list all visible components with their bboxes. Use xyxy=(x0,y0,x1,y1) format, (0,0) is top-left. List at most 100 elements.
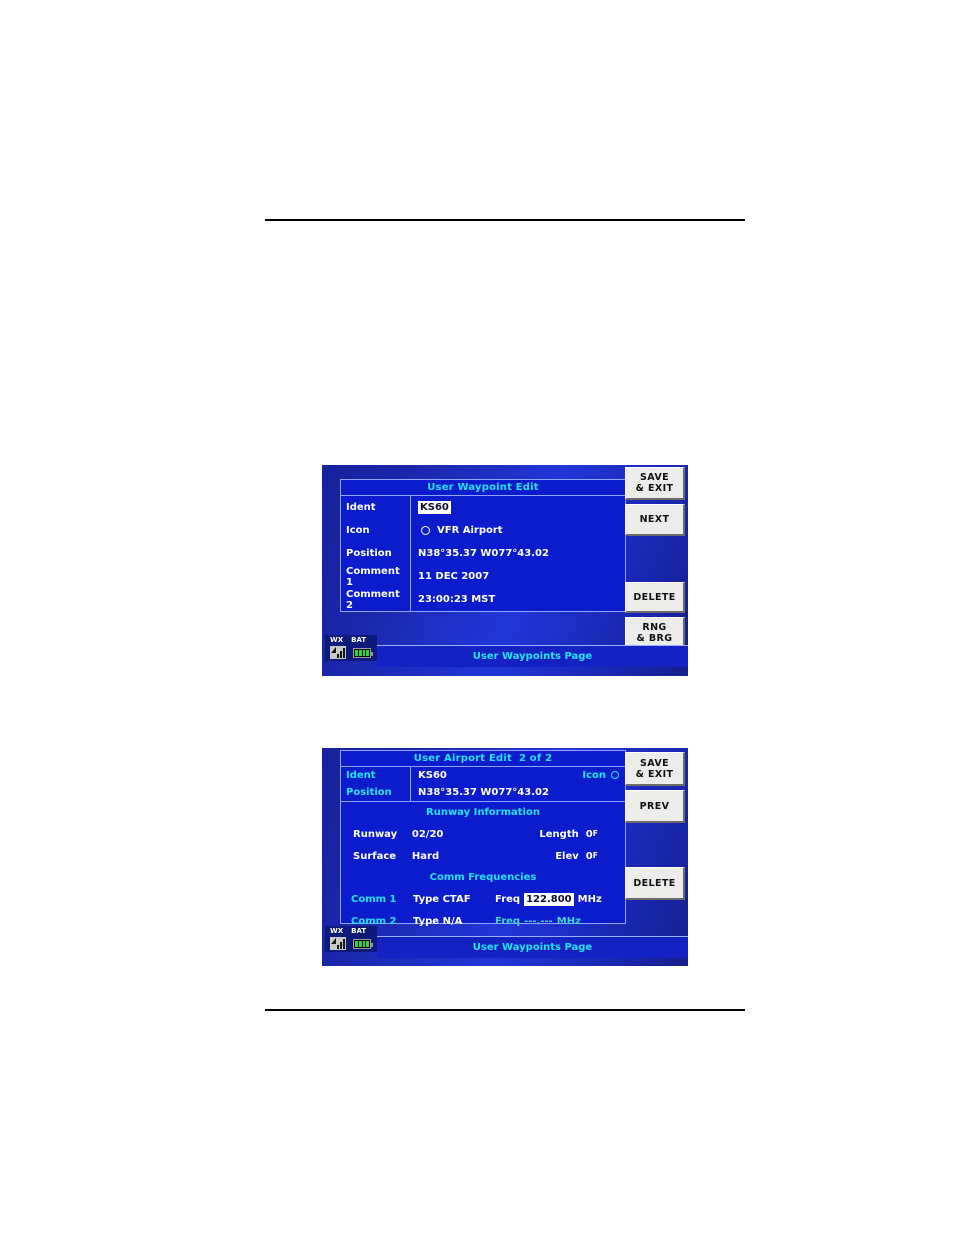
status-icon-labels: WX BAT xyxy=(328,927,375,936)
panel-page-counter: 2 of 2 xyxy=(518,753,553,764)
comm-1-type[interactable]: Type CTAF xyxy=(413,894,495,905)
table-row-icon: Icon VFR Airport xyxy=(341,519,625,542)
user-airport-edit-screenshot: User Airport Edit 2 of 2 Ident KS60 Icon … xyxy=(322,748,688,966)
panel-title: User Waypoint Edit xyxy=(341,480,625,496)
length-value: 0 xyxy=(585,828,593,840)
comm-2-type[interactable]: Type N/A xyxy=(413,916,495,927)
ident-value-cell[interactable]: KS60 xyxy=(411,496,625,519)
comm-2-freq-unit: MHz xyxy=(556,915,581,927)
comment-2-value[interactable]: 23:00:23 MST xyxy=(411,588,625,611)
wx-signal-icon xyxy=(330,646,346,659)
table-row-ident: Ident KS60 Icon xyxy=(341,767,625,784)
status-icon-group: WX BAT xyxy=(325,926,377,952)
status-icon-glyphs xyxy=(328,646,375,659)
user-airport-edit-panel: User Airport Edit 2 of 2 Ident KS60 Icon … xyxy=(340,750,626,927)
elev-value: 0 xyxy=(585,850,593,862)
ident-value-cell[interactable]: KS60 Icon xyxy=(411,767,625,784)
comm-1-label: Comm 1 xyxy=(351,893,397,905)
comm-2-freq-value: ---.--- xyxy=(524,915,553,927)
table-row-ident: Ident KS60 xyxy=(341,496,625,519)
table-row-position: Position N38°35.37 W077°43.02 xyxy=(341,784,625,801)
ident-label: Ident xyxy=(341,496,411,519)
comm-2-freq-label: Freq xyxy=(495,915,521,927)
ident-field-selected[interactable]: KS60 xyxy=(418,501,451,514)
prev-label: PREV xyxy=(639,800,670,812)
vfr-airport-circle-icon xyxy=(421,526,430,535)
table-row-comment-1: Comment 1 11 DEC 2007 xyxy=(341,565,625,588)
icon-indicator-group[interactable]: Icon xyxy=(582,770,619,781)
elev-unit: F xyxy=(592,850,598,860)
bat-label: BAT xyxy=(351,636,367,644)
surface-label: Surface xyxy=(353,850,397,862)
user-waypoint-edit-panel: User Waypoint Edit Ident KS60 Icon VFR A… xyxy=(340,479,626,612)
position-label: Position xyxy=(341,784,411,801)
icon-label: Icon xyxy=(582,770,606,781)
prev-button[interactable]: PREV xyxy=(625,790,685,823)
rng-brg-line-2: & BRG xyxy=(636,633,673,644)
screen-body: User Waypoint Edit Ident KS60 Icon VFR A… xyxy=(322,465,688,676)
status-bar-page-label: User Waypoints Page xyxy=(377,936,688,958)
delete-button[interactable]: DELETE xyxy=(625,582,685,613)
panel-title-text: User Airport Edit xyxy=(413,753,512,764)
comm-2-row: Comm 2 Type N/A Freq ---.--- MHz xyxy=(341,910,625,932)
comment-2-label: Comment 2 xyxy=(341,588,411,611)
status-icon-glyphs xyxy=(328,937,375,950)
save-and-exit-line-1: SAVE xyxy=(640,472,669,483)
next-label: NEXT xyxy=(639,514,670,525)
delete-label: DELETE xyxy=(633,877,676,889)
comm-1-row: Comm 1 Type CTAF Freq 122.800 MHz xyxy=(341,888,625,910)
status-bar-page-label: User Waypoints Page xyxy=(377,645,688,667)
position-value[interactable]: N38°35.37 W077°43.02 xyxy=(411,542,625,565)
table-row-comment-2: Comment 2 23:00:23 MST xyxy=(341,588,625,611)
position-value[interactable]: N38°35.37 W077°43.02 xyxy=(411,784,625,801)
battery-icon xyxy=(353,647,373,658)
comm-1-freq-group[interactable]: Freq 122.800 MHz xyxy=(495,892,602,906)
save-and-exit-button[interactable]: SAVE & EXIT xyxy=(625,467,685,500)
icon-value-cell[interactable]: VFR Airport xyxy=(411,519,625,542)
runway-row: Runway 02/20 Length 0F xyxy=(341,823,625,845)
position-label: Position xyxy=(341,542,411,565)
bat-label: BAT xyxy=(351,927,367,935)
comment-1-value[interactable]: 11 DEC 2007 xyxy=(411,565,625,588)
wx-signal-icon xyxy=(330,937,346,950)
delete-label: DELETE xyxy=(633,591,676,603)
runway-information-heading: Runway Information xyxy=(426,807,540,818)
screen-body: User Airport Edit 2 of 2 Ident KS60 Icon … xyxy=(322,748,688,966)
rng-brg-line-1: RNG xyxy=(642,622,667,633)
next-button[interactable]: NEXT xyxy=(625,504,685,536)
length-unit: F xyxy=(592,828,598,838)
save-and-exit-line-2: & EXIT xyxy=(635,483,674,494)
comm-frequencies-heading: Comm Frequencies xyxy=(429,872,537,883)
length-value-cell[interactable]: 0F xyxy=(579,829,625,840)
comm-1-freq-label: Freq xyxy=(495,893,521,905)
status-icon-labels: WX BAT xyxy=(328,636,375,645)
save-and-exit-line-2: & EXIT xyxy=(635,768,674,780)
comm-1-freq-field-selected[interactable]: 122.800 xyxy=(524,892,574,906)
save-and-exit-line-1: SAVE xyxy=(640,757,669,769)
comm-2-label: Comm 2 xyxy=(351,915,397,927)
icon-value-text: VFR Airport xyxy=(437,525,503,536)
vfr-airport-circle-icon xyxy=(611,771,619,779)
runway-value[interactable]: 02/20 xyxy=(412,829,520,840)
icon-label: Icon xyxy=(341,519,411,542)
page-horizontal-rule-top xyxy=(265,219,745,221)
delete-button[interactable]: DELETE xyxy=(625,867,685,900)
ident-label: Ident xyxy=(341,767,411,784)
save-and-exit-button[interactable]: SAVE & EXIT xyxy=(625,752,685,786)
table-row-position: Position N38°35.37 W077°43.02 xyxy=(341,542,625,565)
surface-value[interactable]: Hard xyxy=(412,851,520,862)
user-waypoint-edit-screenshot: User Waypoint Edit Ident KS60 Icon VFR A… xyxy=(322,465,688,676)
wx-label: WX xyxy=(330,636,344,644)
comment-1-label: Comment 1 xyxy=(341,565,411,588)
wx-label: WX xyxy=(330,927,344,935)
ident-value: KS60 xyxy=(418,770,447,781)
runway-label: Runway xyxy=(353,828,398,840)
elev-value-cell[interactable]: 0F xyxy=(579,851,625,862)
length-label: Length xyxy=(539,828,579,840)
battery-icon xyxy=(353,938,373,949)
page-horizontal-rule-bottom xyxy=(265,1009,745,1011)
comm-1-freq-unit: MHz xyxy=(577,893,602,905)
surface-row: Surface Hard Elev 0F xyxy=(341,845,625,867)
comm-2-freq-group[interactable]: Freq ---.--- MHz xyxy=(495,916,581,927)
status-icon-group: WX BAT xyxy=(325,635,377,661)
